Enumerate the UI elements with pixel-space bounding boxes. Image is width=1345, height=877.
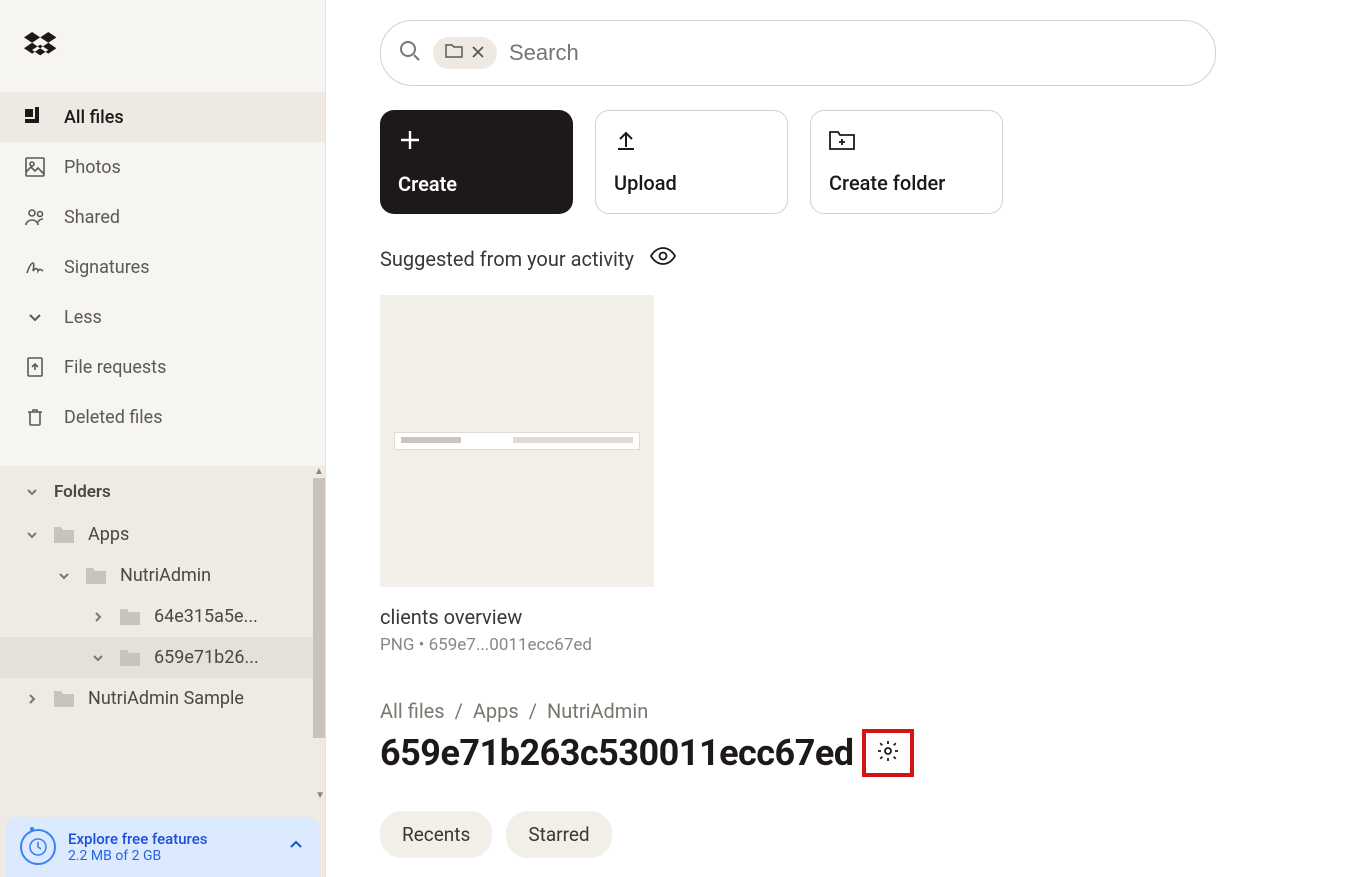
action-label: Create folder	[829, 171, 984, 195]
folder-label: Apps	[88, 524, 129, 545]
folder-icon	[84, 566, 108, 586]
file-request-icon	[24, 356, 46, 378]
nav-all-files[interactable]: All files	[0, 92, 325, 142]
folder-label: NutriAdmin	[120, 565, 211, 586]
nav-file-requests[interactable]: File requests	[0, 342, 325, 392]
folder-659e71b26[interactable]: 659e71b26...	[0, 637, 325, 678]
file-thumbnail	[380, 295, 654, 587]
promo-texts: Explore free features 2.2 MB of 2 GB	[68, 830, 275, 864]
nav-label: Photos	[64, 157, 121, 178]
filter-pills: Recents Starred	[380, 811, 1305, 858]
create-folder-button[interactable]: Create folder	[810, 110, 1003, 214]
photo-icon	[24, 156, 46, 178]
folder-outline-icon	[445, 43, 463, 63]
folder-icon	[118, 648, 142, 668]
folder-title: 659e71b263c530011ecc67ed	[380, 732, 854, 774]
chevron-down-icon	[24, 306, 46, 328]
chevron-down-icon	[24, 484, 40, 500]
chevron-down-icon	[24, 527, 40, 543]
folder-icon	[118, 607, 142, 627]
nav-photos[interactable]: Photos	[0, 142, 325, 192]
search-bar[interactable]	[380, 20, 1216, 86]
breadcrumb-separator: /	[455, 699, 463, 723]
scroll-down-icon[interactable]: ▼	[315, 790, 325, 801]
pill-starred[interactable]: Starred	[506, 811, 611, 858]
suggested-file-title: clients overview	[380, 605, 654, 629]
signature-icon	[24, 256, 46, 278]
chevron-up-icon[interactable]	[287, 836, 305, 858]
create-button[interactable]: Create	[380, 110, 573, 214]
chevron-down-icon	[90, 650, 106, 666]
main-content: Create Upload Create folder Suggested fr…	[326, 0, 1345, 877]
action-label: Create	[398, 172, 555, 196]
upload-icon	[614, 129, 638, 153]
folder-icon	[52, 689, 76, 709]
trash-icon	[24, 406, 46, 428]
logo-area	[0, 0, 325, 92]
gear-icon[interactable]	[876, 739, 900, 767]
sidebar: All files Photos Shared Signatures Less	[0, 0, 326, 877]
nav-list: All files Photos Shared Signatures Less	[0, 92, 325, 442]
breadcrumb-item[interactable]: All files	[380, 699, 445, 723]
promo-title: Explore free features	[68, 830, 275, 848]
upload-button[interactable]: Upload	[595, 110, 788, 214]
folder-icon	[52, 525, 76, 545]
nav-less[interactable]: Less	[0, 292, 325, 342]
nav-label: All files	[64, 107, 124, 128]
folders-section: ▲ Folders Apps NutriAdmin	[0, 466, 325, 877]
pill-recents[interactable]: Recents	[380, 811, 492, 858]
grid-icon	[24, 106, 46, 128]
nav-signatures[interactable]: Signatures	[0, 242, 325, 292]
nav-label: Shared	[64, 207, 120, 228]
suggested-header: Suggested from your activity	[380, 246, 1305, 271]
breadcrumb: All files / Apps / NutriAdmin	[380, 699, 1305, 723]
clock-icon	[20, 829, 56, 865]
scrollbar-thumb[interactable]	[313, 478, 325, 738]
action-label: Upload	[614, 171, 769, 195]
folder-apps[interactable]: Apps	[0, 514, 325, 555]
shared-icon	[24, 206, 46, 228]
search-filter-chip[interactable]	[433, 37, 497, 69]
nav-deleted-files[interactable]: Deleted files	[0, 392, 325, 442]
chevron-down-icon	[56, 568, 72, 584]
folders-header-label: Folders	[54, 482, 111, 502]
nav-label: Deleted files	[64, 407, 163, 428]
suggested-file-meta: PNG • 659e7...0011ecc67ed	[380, 635, 654, 655]
nav-shared[interactable]: Shared	[0, 192, 325, 242]
folder-label: NutriAdmin Sample	[88, 688, 244, 709]
folder-nutriadmin-sample[interactable]: NutriAdmin Sample	[0, 678, 325, 719]
nav-label: Less	[64, 307, 102, 328]
folder-title-row: 659e71b263c530011ecc67ed	[380, 729, 1305, 777]
folder-nutriadmin[interactable]: NutriAdmin	[0, 555, 325, 596]
folders-header[interactable]: Folders	[0, 466, 325, 514]
breadcrumb-item[interactable]: NutriAdmin	[547, 699, 648, 723]
folder-64e315a5e[interactable]: 64e315a5e...	[0, 596, 325, 637]
scroll-up-icon[interactable]: ▲	[313, 466, 325, 478]
promo-sub: 2.2 MB of 2 GB	[68, 848, 275, 864]
suggested-file-card[interactable]: clients overview PNG • 659e7...0011ecc67…	[380, 295, 654, 655]
chevron-right-icon	[24, 691, 40, 707]
chevron-right-icon	[90, 609, 106, 625]
nav-label: File requests	[64, 357, 166, 378]
eye-icon[interactable]	[650, 246, 676, 271]
folder-label: 659e71b26...	[154, 647, 259, 668]
nav-label: Signatures	[64, 257, 149, 278]
folder-label: 64e315a5e...	[154, 606, 258, 627]
plus-icon	[398, 128, 422, 152]
dropbox-logo-icon[interactable]	[24, 32, 60, 64]
search-icon	[399, 40, 421, 66]
search-input[interactable]	[509, 40, 1197, 66]
action-row: Create Upload Create folder	[380, 110, 1305, 214]
promo-banner[interactable]: Explore free features 2.2 MB of 2 GB	[6, 817, 319, 877]
close-icon[interactable]	[471, 44, 485, 63]
folder-settings-highlight	[862, 729, 914, 777]
new-folder-icon	[829, 129, 853, 153]
breadcrumb-separator: /	[529, 699, 537, 723]
suggested-label: Suggested from your activity	[380, 247, 634, 271]
breadcrumb-item[interactable]: Apps	[473, 699, 519, 723]
